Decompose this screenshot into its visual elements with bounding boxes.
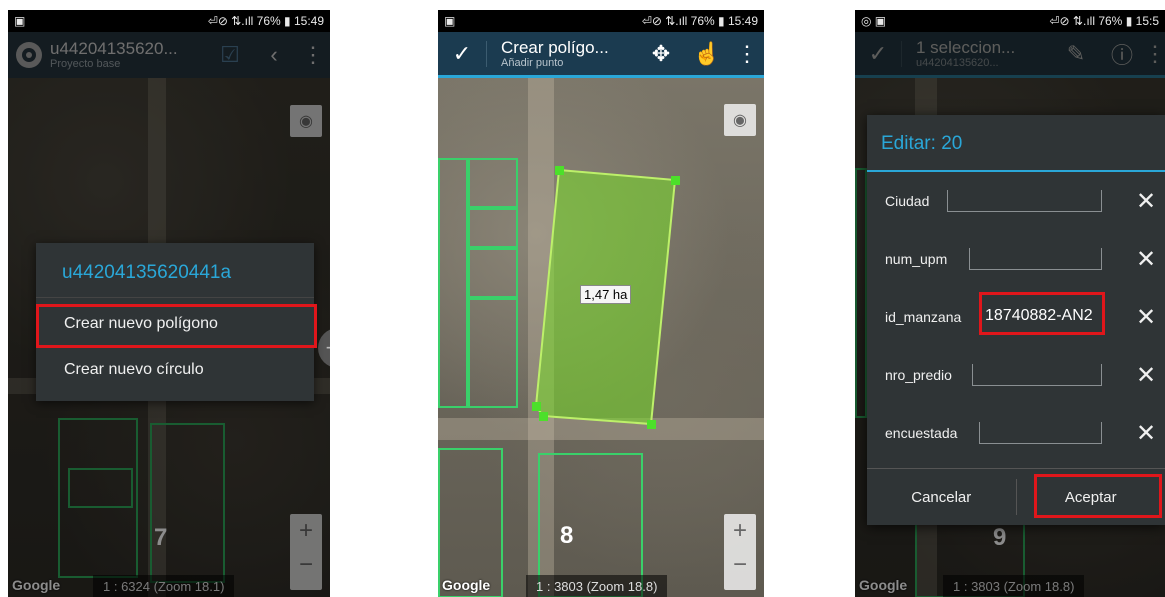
notification-icon: ▣ xyxy=(14,14,26,28)
confirm-check-icon[interactable]: ✓ xyxy=(438,40,487,67)
field-label: Ciudad xyxy=(885,193,930,209)
map-view[interactable]: 1,47 ha ◉ + − 8 Google 1 : 3803 (Zoom 18.… xyxy=(438,78,764,597)
battery-level: 76% xyxy=(1098,14,1123,28)
vertex-handle[interactable] xyxy=(539,412,548,421)
step-number: 8 xyxy=(560,522,574,549)
encuestada-input[interactable] xyxy=(979,422,1102,444)
overflow-menu-icon[interactable]: ⋮ xyxy=(730,41,764,67)
toolbar-title: Crear polígo... xyxy=(501,37,609,57)
vertex-handle[interactable] xyxy=(555,166,564,175)
status-time: 15:5 xyxy=(1135,14,1159,28)
area-label: 1,47 ha xyxy=(580,285,632,304)
notification-icon: ◎ ▣ xyxy=(861,14,887,28)
menu-title: u44204135620441a xyxy=(36,243,314,298)
google-logo: Google xyxy=(442,577,491,593)
status-time: 15:49 xyxy=(727,14,758,28)
status-signal: ⏎⊘ ⇅.ıll xyxy=(207,14,254,28)
vertex-handle[interactable] xyxy=(647,420,656,429)
field-label: num_upm xyxy=(885,251,948,267)
status-bar: ▣ ⏎⊘ ⇅.ıll 76% ▮ 15:49 xyxy=(438,10,764,32)
my-location-button[interactable]: ◉ xyxy=(724,104,756,136)
status-time: 15:49 xyxy=(293,14,324,28)
vertex-handle[interactable] xyxy=(671,176,680,185)
status-bar: ▣ ⏎⊘ ⇅.ıll 76% ▮ 15:49 xyxy=(8,10,330,32)
highlight-box xyxy=(979,292,1105,335)
clear-icon[interactable]: ✕ xyxy=(1131,361,1161,390)
highlight-box xyxy=(1034,474,1162,518)
num-upm-input[interactable] xyxy=(969,248,1102,270)
new-polygon[interactable] xyxy=(438,78,764,597)
ciudad-input[interactable] xyxy=(947,190,1102,212)
menu-item-new-circle[interactable]: Crear nuevo círculo xyxy=(36,347,314,393)
clear-icon[interactable]: ✕ xyxy=(1131,187,1161,216)
scale-readout: 1 : 3803 (Zoom 18.8) xyxy=(526,575,668,597)
dialog-title: Editar: 20 xyxy=(867,115,1165,172)
clear-icon[interactable]: ✕ xyxy=(1131,245,1161,274)
field-row-num-upm: num_upm ✕ xyxy=(867,230,1165,288)
screen-step-8: ▣ ⏎⊘ ⇅.ıll 76% ▮ 15:49 ✓ Crear polígo...… xyxy=(438,10,764,597)
tap-add-icon[interactable]: ☝ xyxy=(684,41,730,67)
field-label: id_manzana xyxy=(885,309,962,325)
move-icon[interactable]: ✥ xyxy=(638,41,684,67)
battery-level: 76% xyxy=(256,14,281,28)
vertex-handle[interactable] xyxy=(532,402,541,411)
field-row-encuestada: encuestada ✕ xyxy=(867,404,1165,462)
zoom-out-button[interactable]: − xyxy=(733,548,747,582)
screen-step-9: ◎ ▣ ⏎⊘ ⇅.ıll 76% ▮ 15:5 ✓ 1 seleccion...… xyxy=(855,10,1165,597)
edit-toolbar: ✓ Crear polígo... Añadir punto ✥ ☝ ⋮ xyxy=(438,32,764,78)
field-label: nro_predio xyxy=(885,367,952,383)
field-row-nro-predio: nro_predio ✕ xyxy=(867,346,1165,404)
zoom-control: + − xyxy=(724,514,756,590)
zoom-in-button[interactable]: + xyxy=(733,514,747,548)
screen-step-7: ▣ ⏎⊘ ⇅.ıll 76% ▮ 15:49 u44204135620... P… xyxy=(8,10,330,597)
clear-icon[interactable]: ✕ xyxy=(1131,419,1161,448)
status-bar: ◎ ▣ ⏎⊘ ⇅.ıll 76% ▮ 15:5 xyxy=(855,10,1165,32)
field-row-ciudad: Ciudad ✕ xyxy=(867,172,1165,230)
battery-level: 76% xyxy=(690,14,715,28)
toolbar-subtitle: Añadir punto xyxy=(501,56,564,69)
nro-predio-input[interactable] xyxy=(972,364,1102,386)
field-label: encuestada xyxy=(885,425,958,441)
cancel-button[interactable]: Cancelar xyxy=(867,489,1016,506)
status-signal: ⏎⊘ ⇅.ıll xyxy=(641,14,688,28)
highlight-box xyxy=(36,304,317,348)
notification-icon: ▣ xyxy=(444,14,456,28)
clear-icon[interactable]: ✕ xyxy=(1131,303,1161,332)
status-signal: ⏎⊘ ⇅.ıll xyxy=(1049,14,1095,28)
